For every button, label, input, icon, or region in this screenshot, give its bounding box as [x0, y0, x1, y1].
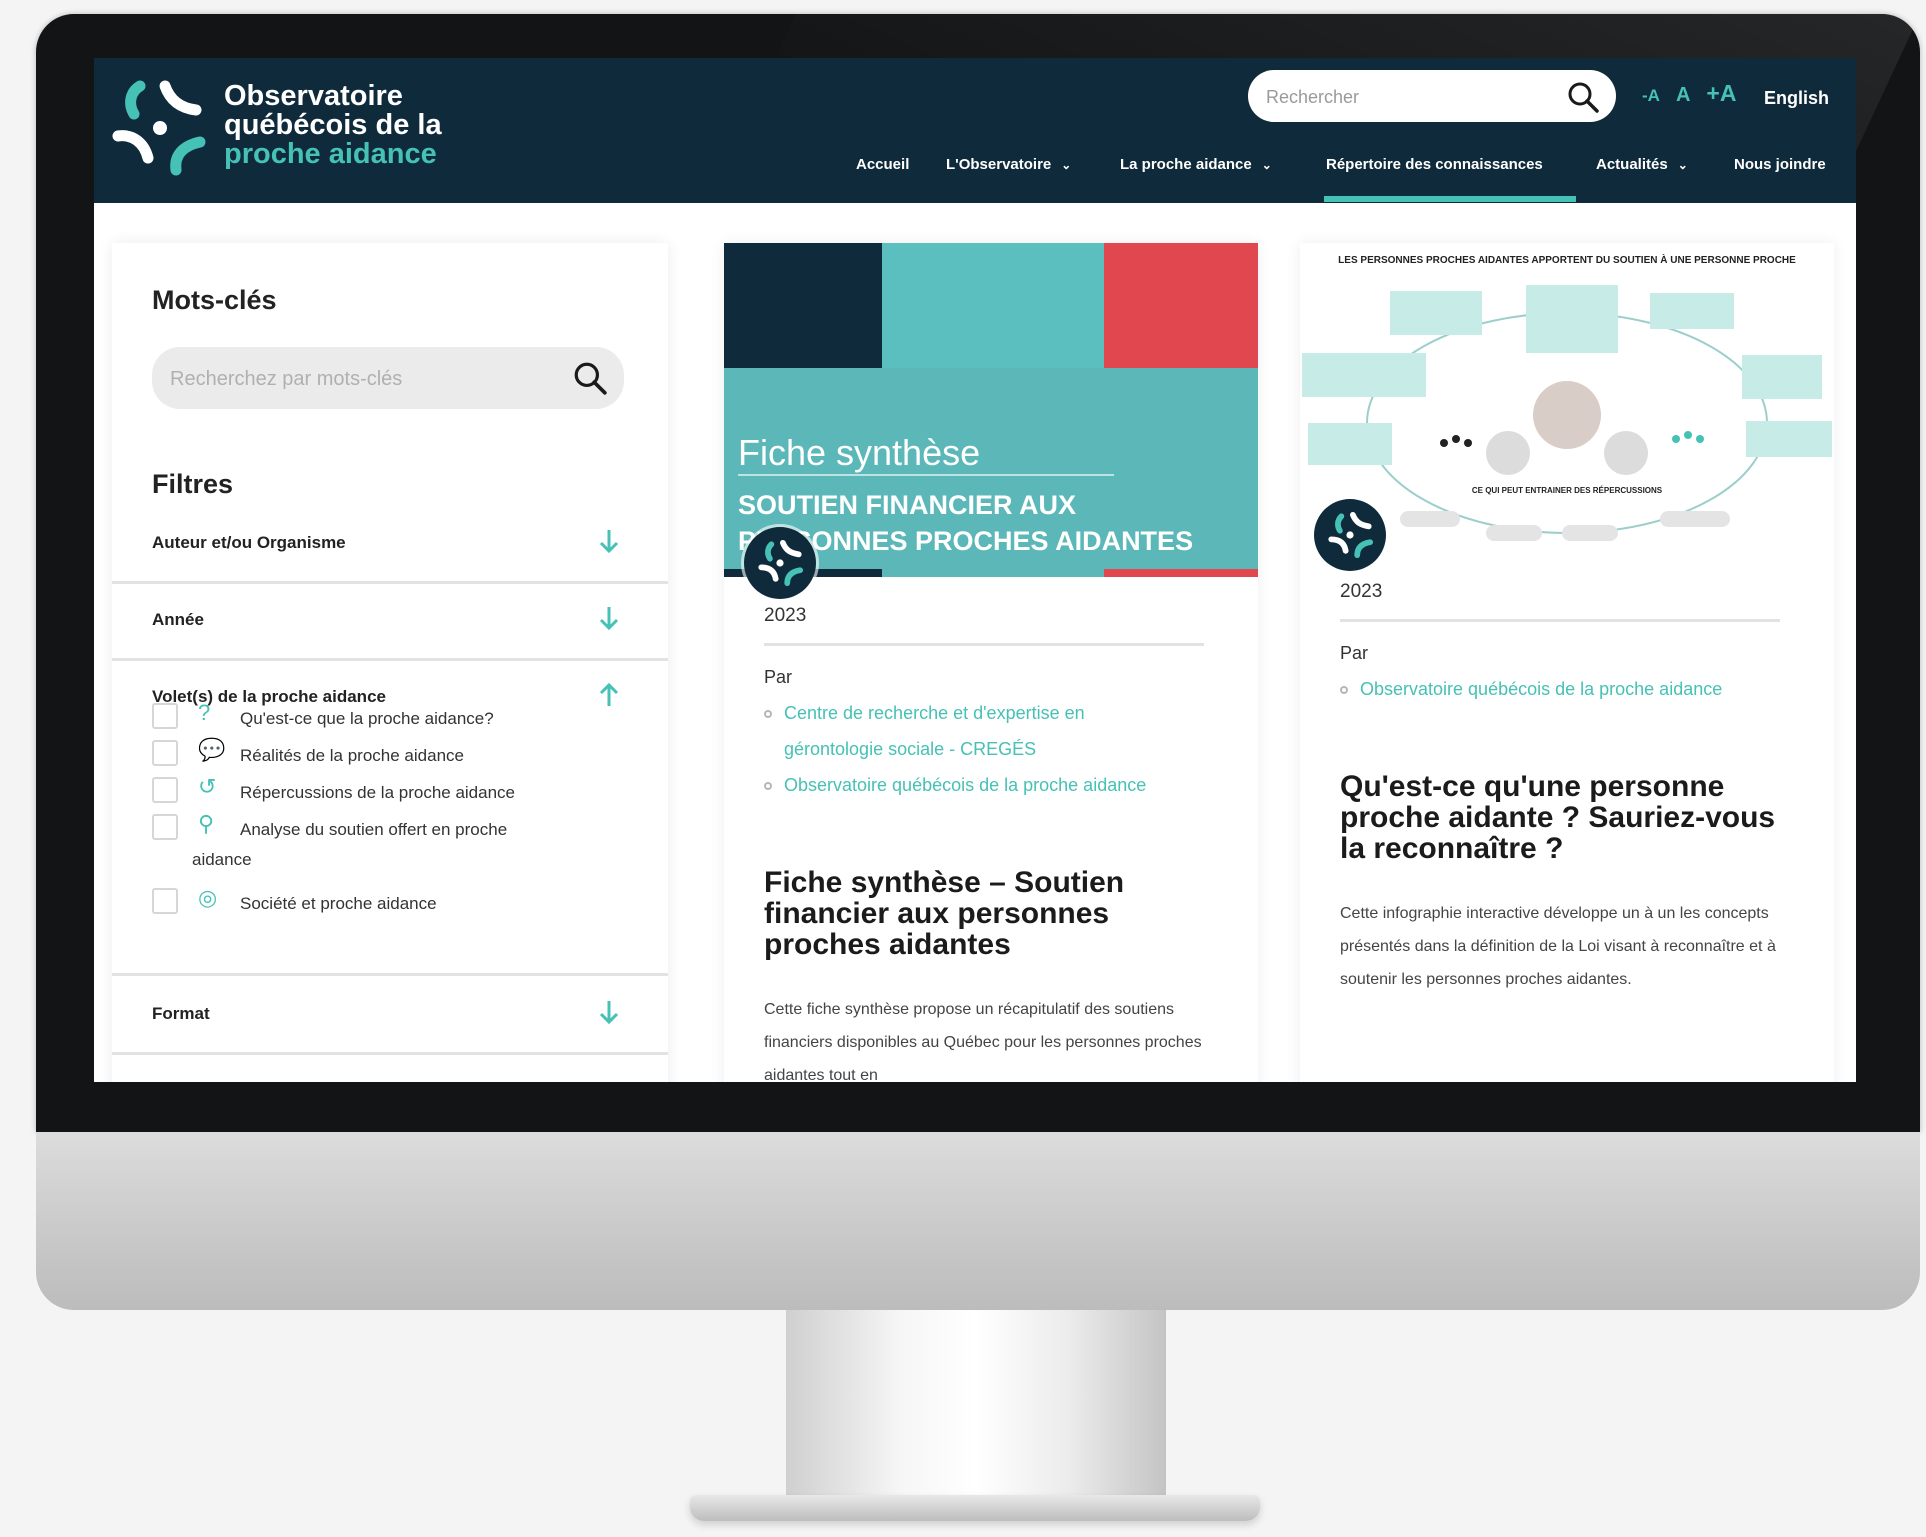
checkbox[interactable] [152, 777, 178, 803]
card-author-list: Centre de recherche et d'expertise en gé… [764, 695, 1184, 803]
resource-type-badge [1314, 499, 1386, 571]
main-nav: Accueil L'Observatoire ⌄ La proche aidanc… [94, 142, 1856, 203]
monitor-stand-base [690, 1495, 1260, 1521]
font-increase-button[interactable]: +A [1706, 80, 1736, 107]
site-header: Observatoire québécois de la proche aida… [94, 58, 1856, 203]
card-by-label: Par [764, 667, 793, 687]
checkbox[interactable] [152, 703, 178, 729]
chevron-down-icon: ⌄ [1061, 158, 1072, 172]
logo-badge-icon [758, 539, 804, 587]
filter-panel: Mots-clés Filtres Auteur et/ou Organisme… [112, 243, 668, 1082]
volet-checkbox-list: ? Qu'est-ce que la proche aidance? 💬 Réa… [152, 701, 632, 923]
keywords-heading: Mots-clés [152, 285, 277, 315]
volet-option[interactable]: ◎ Société et proche aidance [152, 886, 632, 923]
card-by-label: Par [1340, 643, 1369, 663]
filter-group-label: Auteur et/ou Organisme [152, 533, 346, 552]
nav-item-label: Nous joindre [1734, 156, 1826, 173]
font-size-controls: -A A +A [1642, 80, 1736, 107]
card-author-link[interactable]: Observatoire québécois de la proche aida… [764, 767, 1184, 803]
volet-option-label: Analyse du soutien offert en proche [240, 820, 508, 839]
nav-item-nous-joindre[interactable]: Nous joindre [1734, 156, 1826, 173]
volet-option-label: Société et proche aidance [240, 894, 437, 913]
infographic-center-label: CE QUI PEUT ENTRAINER DES RÉPERCUSSIONS [1472, 486, 1663, 495]
filter-group-annee[interactable]: Année [112, 582, 668, 661]
resource-card[interactable]: LES PERSONNES PROCHES AIDANTES APPORTENT… [1300, 243, 1834, 1082]
site-search-input[interactable] [1264, 82, 1558, 112]
volet-option[interactable]: 💬 Réalités de la proche aidance [152, 738, 632, 775]
resource-type-badge [744, 527, 816, 599]
card-author-list: Observatoire québécois de la proche aida… [1340, 671, 1760, 707]
card-title[interactable]: Fiche synthèse – Soutien financier aux p… [764, 867, 1224, 960]
filter-group-label: Année [152, 610, 204, 629]
card-year: 2023 [1340, 581, 1383, 602]
arrow-down-icon [599, 607, 619, 631]
site-search [1248, 70, 1616, 122]
search-icon[interactable] [1566, 80, 1600, 114]
search-icon[interactable] [572, 360, 608, 396]
font-decrease-button[interactable]: -A [1642, 86, 1660, 106]
filter-group-auteur[interactable]: Auteur et/ou Organisme [112, 505, 668, 584]
card-author-link[interactable]: Observatoire québécois de la proche aida… [1340, 671, 1760, 707]
thumb-subtitle-1: SOUTIEN FINANCIER AUX [738, 490, 1076, 520]
volet-option-label: Réalités de la proche aidance [240, 746, 464, 765]
infographic-heading: LES PERSONNES PROCHES AIDANTES APPORTENT… [1338, 253, 1796, 266]
thumb-title: Fiche synthèse [738, 432, 980, 473]
nav-active-indicator [1324, 196, 1576, 202]
language-toggle-link[interactable]: English [1764, 88, 1829, 109]
nav-item-proche-aidance[interactable]: La proche aidance ⌄ [1120, 156, 1272, 173]
screen: Observatoire québécois de la proche aida… [94, 58, 1856, 1082]
chevron-down-icon: ⌄ [1677, 158, 1688, 172]
card-divider [764, 643, 1204, 646]
site-title-line2: québécois de la [224, 109, 442, 141]
volet-option-label: Qu'est-ce que la proche aidance? [240, 709, 494, 728]
filter-group-format[interactable]: Format [112, 976, 668, 1055]
card-divider [1340, 619, 1780, 622]
volet-option[interactable]: ? Qu'est-ce que la proche aidance? [152, 701, 632, 738]
card-year: 2023 [764, 605, 807, 626]
nav-item-repertoire[interactable]: Répertoire des connaissances [1326, 156, 1543, 173]
resource-card[interactable]: Fiche synthèse SOUTIEN FINANCIER AUX PER… [724, 243, 1258, 1082]
volet-option-label: Répercussions de la proche aidance [240, 783, 516, 802]
keyword-search [152, 347, 624, 409]
nav-item-label: La proche aidance [1120, 156, 1252, 173]
arrow-down-icon [599, 530, 619, 554]
keyword-search-input[interactable] [168, 364, 562, 394]
monitor-stand-neck [786, 1310, 1166, 1498]
globe-icon: ◎ [198, 885, 218, 910]
volet-option-label-cont: aidance [192, 850, 252, 869]
nav-item-observatoire[interactable]: L'Observatoire ⌄ [946, 156, 1071, 173]
monitor-chin [36, 1132, 1920, 1310]
logo-badge-icon [1328, 511, 1374, 559]
cycle-icon: ↺ [198, 774, 217, 799]
magnifier-icon: ⚲ [198, 811, 215, 836]
chevron-down-icon: ⌄ [1261, 158, 1272, 172]
filter-group-label: Format [152, 1004, 210, 1023]
filters-heading: Filtres [152, 469, 234, 499]
checkbox[interactable] [152, 888, 178, 914]
card-author-link[interactable]: Centre de recherche et d'expertise en gé… [764, 695, 1184, 767]
card-description: Cette fiche synthèse propose un récapitu… [764, 1001, 1202, 1082]
arrow-down-icon [599, 1001, 619, 1025]
volet-option[interactable]: ⚲ Analyse du soutien offert en proche ai… [152, 812, 632, 886]
nav-item-accueil[interactable]: Accueil [856, 156, 909, 173]
checkbox[interactable] [152, 814, 178, 840]
card-description: Cette infographie interactive développe … [1340, 905, 1776, 988]
card-title[interactable]: Qu'est-ce qu'une personne proche aidante… [1340, 771, 1800, 864]
nav-item-label: Actualités [1596, 156, 1668, 173]
site-title-line1: Observatoire [224, 80, 403, 112]
chat-icon: 💬 [198, 737, 226, 762]
checkbox[interactable] [152, 740, 178, 766]
nav-item-actualites[interactable]: Actualités ⌄ [1596, 156, 1688, 173]
volet-option[interactable]: ↺ Répercussions de la proche aidance [152, 775, 632, 812]
font-reset-button[interactable]: A [1676, 84, 1690, 107]
question-icon: ? [198, 700, 211, 725]
nav-item-label: L'Observatoire [946, 156, 1052, 173]
nav-item-label: Accueil [856, 156, 910, 173]
nav-item-label: Répertoire des connaissances [1326, 156, 1543, 173]
